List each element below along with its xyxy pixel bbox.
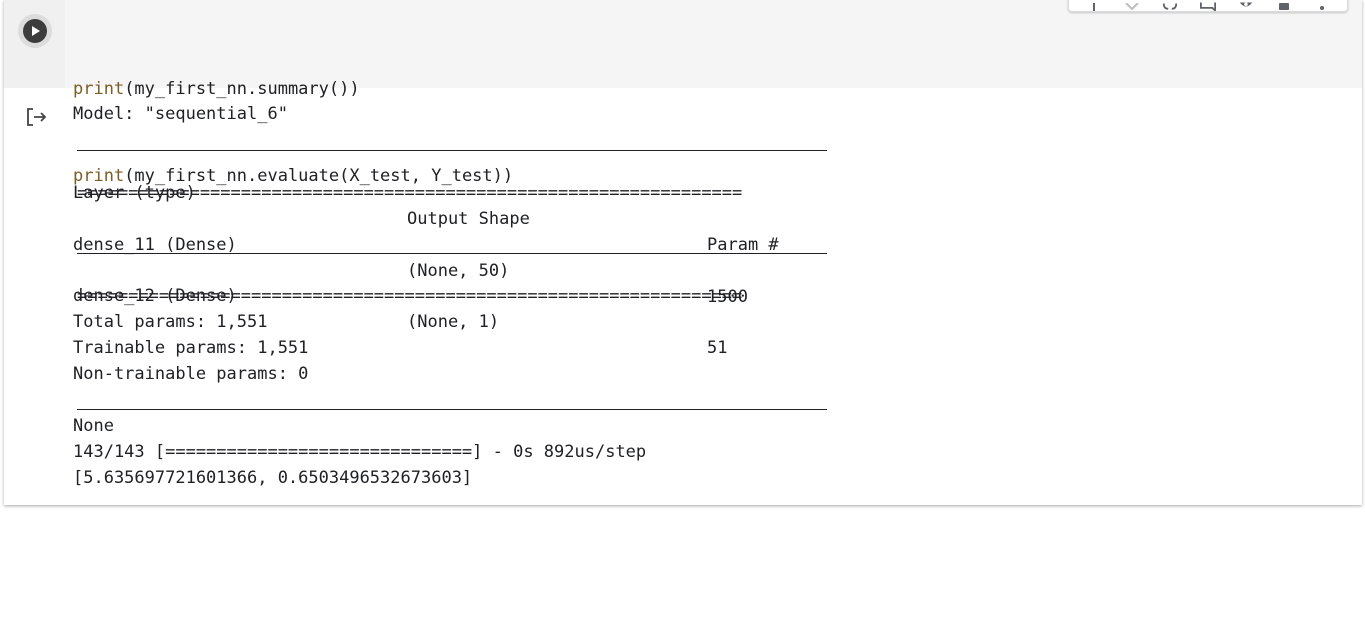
settings-icon[interactable] <box>1238 0 1254 11</box>
cell-toolbar <box>1068 0 1348 12</box>
delete-icon[interactable] <box>1276 0 1292 11</box>
arrow-down-icon[interactable] <box>1124 0 1140 11</box>
notebook-cell[interactable]: print(my_first_nn.summary()) print(my_fi… <box>4 0 1362 505</box>
trainable-params-line: Trainable params: 1,551 <box>73 338 309 358</box>
code-keyword: print <box>73 79 125 99</box>
row-output-shape: (None, 1) <box>407 312 500 332</box>
row-param-count: 51 <box>707 338 728 358</box>
arrow-up-icon[interactable] <box>1086 0 1102 11</box>
output-actions-icon[interactable] <box>26 106 48 128</box>
table-row: dense_12 (Dense) (None, 1) 51 <box>73 257 833 358</box>
table-header: Layer (type) Output Shape Param # <box>73 154 833 255</box>
code-gutter <box>4 0 65 88</box>
more-icon[interactable] <box>1314 0 1330 11</box>
code-text: (my_first_nn.summary()) <box>124 79 360 99</box>
table-row: dense_11 (Dense) (None, 50) 1500 <box>73 206 833 307</box>
cell-output: Model: "sequential_6" Layer (type) Outpu… <box>73 101 827 641</box>
none-line: None <box>73 416 114 436</box>
single-rule <box>77 253 827 254</box>
header-param-count: Param # <box>707 235 779 255</box>
row-layer: dense_11 (Dense) <box>73 235 237 255</box>
total-params-line: Total params: 1,551 <box>73 312 268 332</box>
single-rule <box>77 409 827 410</box>
evaluation-result-line: [5.635697721601366, 0.6503496532673603] <box>73 468 473 488</box>
play-icon <box>23 19 47 43</box>
double-rule: ========================================… <box>77 286 743 306</box>
comment-icon[interactable] <box>1200 0 1216 11</box>
single-rule <box>77 150 827 151</box>
link-icon[interactable] <box>1162 0 1178 11</box>
model-name-line: Model: "sequential_6" <box>73 104 288 124</box>
code-line-1: print(my_first_nn.summary()) <box>73 75 513 104</box>
run-cell-button[interactable] <box>18 14 52 48</box>
progress-line: 143/143 [==============================]… <box>73 442 647 462</box>
non-trainable-params-line: Non-trainable params: 0 <box>73 364 309 384</box>
double-rule: ========================================… <box>77 183 743 203</box>
